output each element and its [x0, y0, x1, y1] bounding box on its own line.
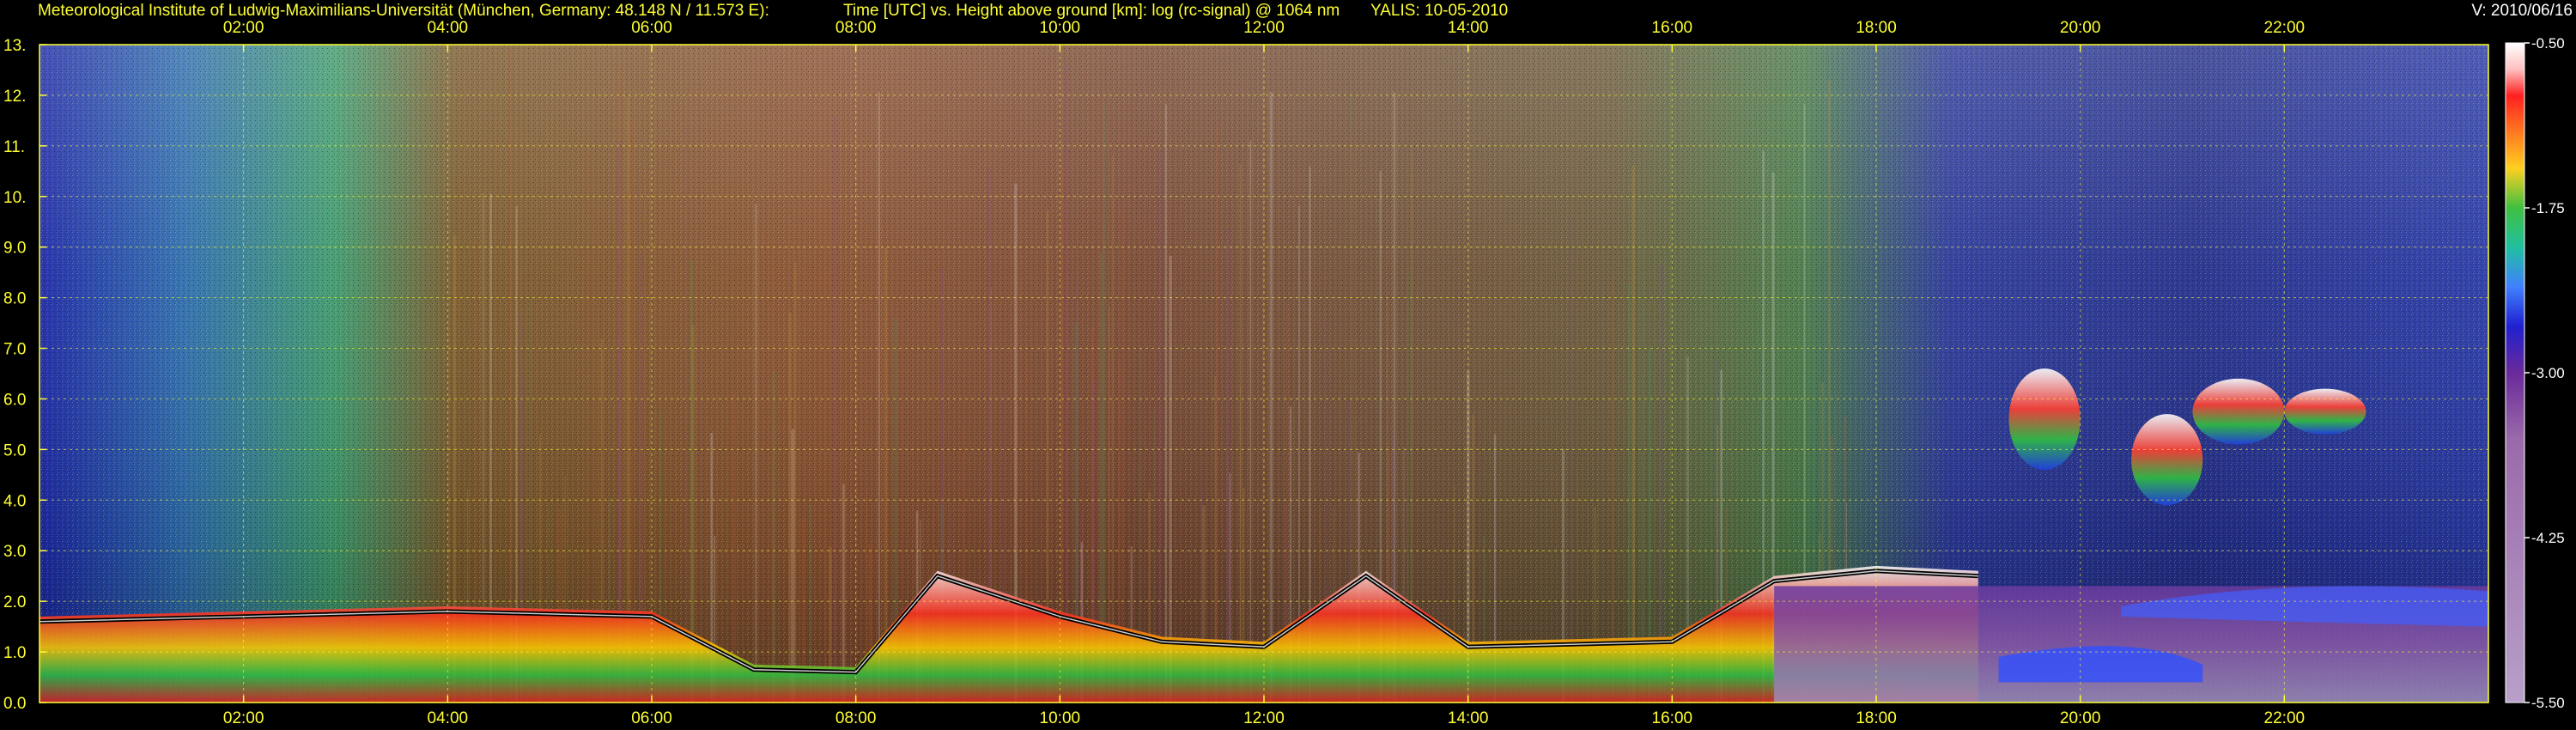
signal-streak: [1102, 102, 1106, 703]
signal-streak: [1065, 64, 1068, 703]
colorbar-tick-label: -4.25: [2531, 530, 2565, 546]
y-tick-label: 10.: [3, 189, 26, 207]
y-tick-label: 4.0: [3, 492, 26, 510]
signal-streak: [824, 174, 827, 703]
x-tick-label-bottom: 16:00: [1652, 709, 1693, 727]
cloud-patch: [2008, 368, 2081, 470]
x-tick-label-top: 06:00: [631, 19, 672, 37]
x-tick-label-top: 14:00: [1448, 19, 1489, 37]
colorbar-tick-label: -1.75: [2531, 200, 2565, 216]
y-tick-label: 1.0: [3, 644, 26, 662]
x-tick-label-bottom: 14:00: [1448, 709, 1489, 727]
colorbar-scale: [2506, 43, 2524, 703]
x-tick-label-top: 22:00: [2264, 19, 2306, 37]
signal-streak: [878, 92, 881, 703]
y-tick-label: 11.: [3, 138, 25, 156]
signal-streak: [686, 125, 688, 703]
y-tick-label: 9.0: [3, 240, 26, 258]
x-tick-label-top: 02:00: [223, 19, 264, 37]
signal-streak: [834, 116, 837, 703]
x-tick-label-bottom: 08:00: [835, 709, 877, 727]
y-tick-label: 8.0: [3, 290, 26, 308]
cloud-patch: [2284, 388, 2366, 435]
signal-streak: [1249, 140, 1252, 703]
x-tick-label-bottom: 10:00: [1040, 709, 1081, 727]
signal-streak: [772, 370, 776, 703]
x-tick-label-bottom: 04:00: [428, 709, 469, 727]
signal-streak: [509, 49, 513, 703]
y-tick-label: 13.: [3, 37, 26, 55]
y-tick-label: 0.0: [3, 695, 26, 713]
x-tick-label-bottom: 12:00: [1243, 709, 1285, 727]
x-tick-label-bottom: 20:00: [2060, 709, 2101, 727]
colorbar: -0.50 -1.75 -3.00 -4.25 -5.50: [2505, 35, 2565, 711]
cloud-patch: [2192, 378, 2285, 445]
signal-streak: [1169, 255, 1172, 703]
x-tick-label-top: 16:00: [1652, 19, 1693, 37]
signal-streak: [791, 429, 795, 703]
signal-streak: [1226, 228, 1230, 703]
x-tick-label-top: 10:00: [1040, 19, 1081, 37]
cloud-patch: [2131, 414, 2203, 506]
signal-streak: [1631, 166, 1635, 703]
signal-streak: [1076, 58, 1078, 703]
signal-streak: [794, 262, 797, 703]
signal-streak: [1158, 152, 1162, 703]
signal-streak: [1239, 164, 1242, 703]
signal-streak: [1659, 262, 1662, 703]
signal-streak: [1164, 104, 1168, 703]
colorbar-tick-label: -5.50: [2531, 695, 2565, 711]
y-tick-label: 7.0: [3, 341, 26, 359]
y-tick-label: 5.0: [3, 441, 26, 459]
plot-area: [39, 44, 2489, 703]
signal-streak: [1570, 214, 1572, 703]
x-tick-label-top: 18:00: [1856, 19, 1897, 37]
signal-streak: [1111, 155, 1114, 703]
x-tick-label-top: 08:00: [835, 19, 877, 37]
x-tick-label-top: 20:00: [2060, 19, 2101, 37]
y-tick-label: 3.0: [3, 543, 26, 561]
signal-streak: [1640, 203, 1644, 703]
x-tick-label-bottom: 18:00: [1856, 709, 1897, 727]
signal-streak: [699, 75, 701, 703]
y-tick-label: 6.0: [3, 391, 26, 409]
y-tick-label: 12.: [3, 88, 26, 106]
x-tick-label-bottom: 22:00: [2264, 709, 2306, 727]
x-tick-label-bottom: 02:00: [223, 709, 264, 727]
colorbar-tick-label: -0.50: [2531, 35, 2565, 52]
signal-streak: [1269, 92, 1273, 703]
lidar-chart: 02:00 02:00 04:00 04:00 06:00 06:00 08:00 08:00…: [3, 19, 2565, 727]
colorbar-tick-label: -3.00: [2531, 365, 2565, 381]
y-tick-label: 2.0: [3, 593, 26, 611]
x-tick-label-top: 04:00: [428, 19, 469, 37]
x-tick-label-top: 12:00: [1243, 19, 1285, 37]
signal-streak: [755, 204, 757, 703]
x-tick-label-bottom: 06:00: [631, 709, 672, 727]
